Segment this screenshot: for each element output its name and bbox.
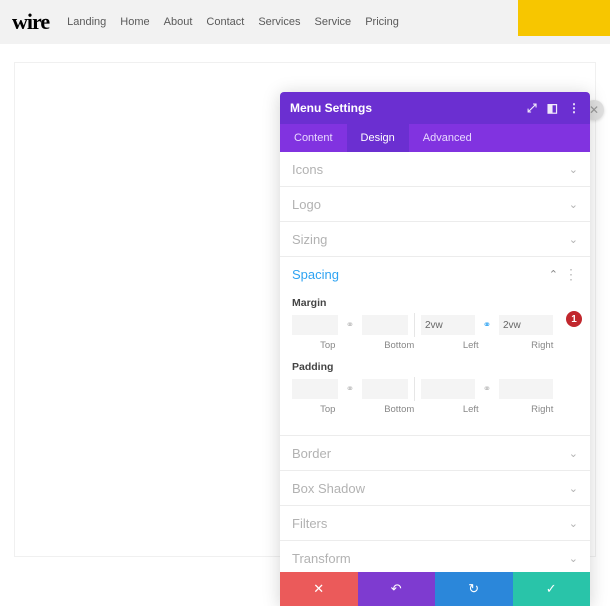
- nav-home[interactable]: Home: [120, 16, 149, 28]
- section-title-spacing: Spacing: [292, 267, 339, 282]
- margin-label: Margin: [292, 297, 578, 309]
- save-button[interactable]: ✓: [513, 572, 591, 606]
- site-logo: wire: [12, 9, 49, 35]
- sub-left: Left: [435, 404, 507, 415]
- padding-sublabels: Top Bottom Left Right: [292, 404, 578, 415]
- panel-tabs: Content Design Advanced: [280, 124, 590, 152]
- section-spacing: Spacing ⌃ ⋮ Margin ⚭: [280, 257, 590, 436]
- nav-services[interactable]: Services: [258, 16, 300, 28]
- nav-service[interactable]: Service: [315, 16, 352, 28]
- padding-inputs: ⚭ ⚭: [292, 377, 578, 401]
- link-icon-active[interactable]: ⚭: [479, 320, 495, 331]
- nav-about[interactable]: About: [164, 16, 193, 28]
- accent-block: [518, 0, 610, 36]
- margin-top-input[interactable]: [292, 315, 338, 335]
- top-bar: wire Landing Home About Contact Services…: [0, 0, 610, 44]
- cancel-button[interactable]: ✕: [280, 572, 358, 606]
- section-header-spacing[interactable]: Spacing ⌃ ⋮: [280, 257, 590, 291]
- section-title-box-shadow: Box Shadow: [292, 481, 365, 496]
- separator: [414, 313, 415, 337]
- chevron-down-icon: ⌄: [569, 163, 578, 176]
- section-more-icon[interactable]: ⋮: [564, 267, 578, 281]
- menu-settings-panel: Menu Settings ⤢ ◧ ⋮ Content Design Advan…: [280, 92, 590, 606]
- padding-right-input[interactable]: [499, 379, 553, 399]
- padding-bottom-input[interactable]: [362, 379, 408, 399]
- sub-left: Left: [435, 340, 507, 351]
- panel-body[interactable]: Icons ⌄ Logo ⌄ Sizing ⌄ Spacing: [280, 152, 590, 572]
- section-sizing: Sizing ⌄: [280, 222, 590, 257]
- section-logo: Logo ⌄: [280, 187, 590, 222]
- undo-button[interactable]: ↶: [358, 572, 436, 606]
- separator: [414, 377, 415, 401]
- nav-contact[interactable]: Contact: [206, 16, 244, 28]
- nav-pricing[interactable]: Pricing: [365, 16, 399, 28]
- chevron-down-icon: ⌄: [569, 233, 578, 246]
- section-border: Border ⌄: [280, 436, 590, 471]
- chevron-down-icon: ⌄: [569, 517, 578, 530]
- redo-button[interactable]: ↻: [435, 572, 513, 606]
- more-icon[interactable]: ⋮: [568, 101, 580, 115]
- section-title-filters: Filters: [292, 516, 327, 531]
- chevron-up-icon: ⌃: [549, 268, 558, 281]
- padding-label: Padding: [292, 361, 578, 373]
- panel-header[interactable]: Menu Settings ⤢ ◧ ⋮: [280, 92, 590, 124]
- section-box-shadow: Box Shadow ⌄: [280, 471, 590, 506]
- margin-bottom-input[interactable]: [362, 315, 408, 335]
- chevron-down-icon: ⌄: [569, 198, 578, 211]
- section-title-logo: Logo: [292, 197, 321, 212]
- chevron-down-icon: ⌄: [569, 552, 578, 565]
- link-icon[interactable]: ⚭: [479, 384, 495, 395]
- sub-bottom: Bottom: [364, 404, 436, 415]
- margin-sublabels: Top Bottom Left Right: [292, 340, 578, 351]
- margin-left-input[interactable]: [421, 315, 475, 335]
- section-header-box-shadow[interactable]: Box Shadow ⌄: [280, 471, 590, 505]
- section-header-filters[interactable]: Filters ⌄: [280, 506, 590, 540]
- nav-landing[interactable]: Landing: [67, 16, 106, 28]
- panel-title: Menu Settings: [290, 101, 372, 115]
- section-title-icons: Icons: [292, 162, 323, 177]
- margin-right-input[interactable]: [499, 315, 553, 335]
- section-icons: Icons ⌄: [280, 152, 590, 187]
- sub-top: Top: [292, 404, 364, 415]
- margin-group: Margin ⚭ ⚭: [292, 297, 578, 351]
- sub-top: Top: [292, 340, 364, 351]
- sub-right: Right: [507, 340, 579, 351]
- tab-content[interactable]: Content: [280, 124, 347, 152]
- panel-footer: ✕ ↶ ↻ ✓: [280, 572, 590, 606]
- annotation-badge: 1: [566, 311, 582, 327]
- padding-group: Padding ⚭ ⚭: [292, 361, 578, 415]
- section-header-sizing[interactable]: Sizing ⌄: [280, 222, 590, 256]
- spacing-content: Margin ⚭ ⚭: [280, 291, 590, 435]
- section-title-border: Border: [292, 446, 331, 461]
- link-icon[interactable]: ⚭: [342, 384, 358, 395]
- panel-header-actions: ⤢ ◧ ⋮: [527, 101, 580, 116]
- section-header-logo[interactable]: Logo ⌄: [280, 187, 590, 221]
- section-title-transform: Transform: [292, 551, 351, 566]
- section-filters: Filters ⌄: [280, 506, 590, 541]
- padding-top-input[interactable]: [292, 379, 338, 399]
- padding-left-input[interactable]: [421, 379, 475, 399]
- sub-bottom: Bottom: [364, 340, 436, 351]
- chevron-down-icon: ⌄: [569, 482, 578, 495]
- section-header-icons[interactable]: Icons ⌄: [280, 152, 590, 186]
- sub-right: Right: [507, 404, 579, 415]
- section-header-border[interactable]: Border ⌄: [280, 436, 590, 470]
- dock-icon[interactable]: ◧: [547, 101, 558, 115]
- main-nav: Landing Home About Contact Services Serv…: [67, 16, 399, 28]
- page-canvas: ✕ Menu Settings ⤢ ◧ ⋮ Content Design Adv…: [0, 44, 610, 557]
- expand-icon[interactable]: ⤢: [527, 101, 537, 116]
- section-title-sizing: Sizing: [292, 232, 327, 247]
- tab-design[interactable]: Design: [347, 124, 409, 152]
- margin-inputs: ⚭ ⚭ 1: [292, 313, 578, 337]
- link-icon[interactable]: ⚭: [342, 320, 358, 331]
- chevron-down-icon: ⌄: [569, 447, 578, 460]
- tab-advanced[interactable]: Advanced: [409, 124, 486, 152]
